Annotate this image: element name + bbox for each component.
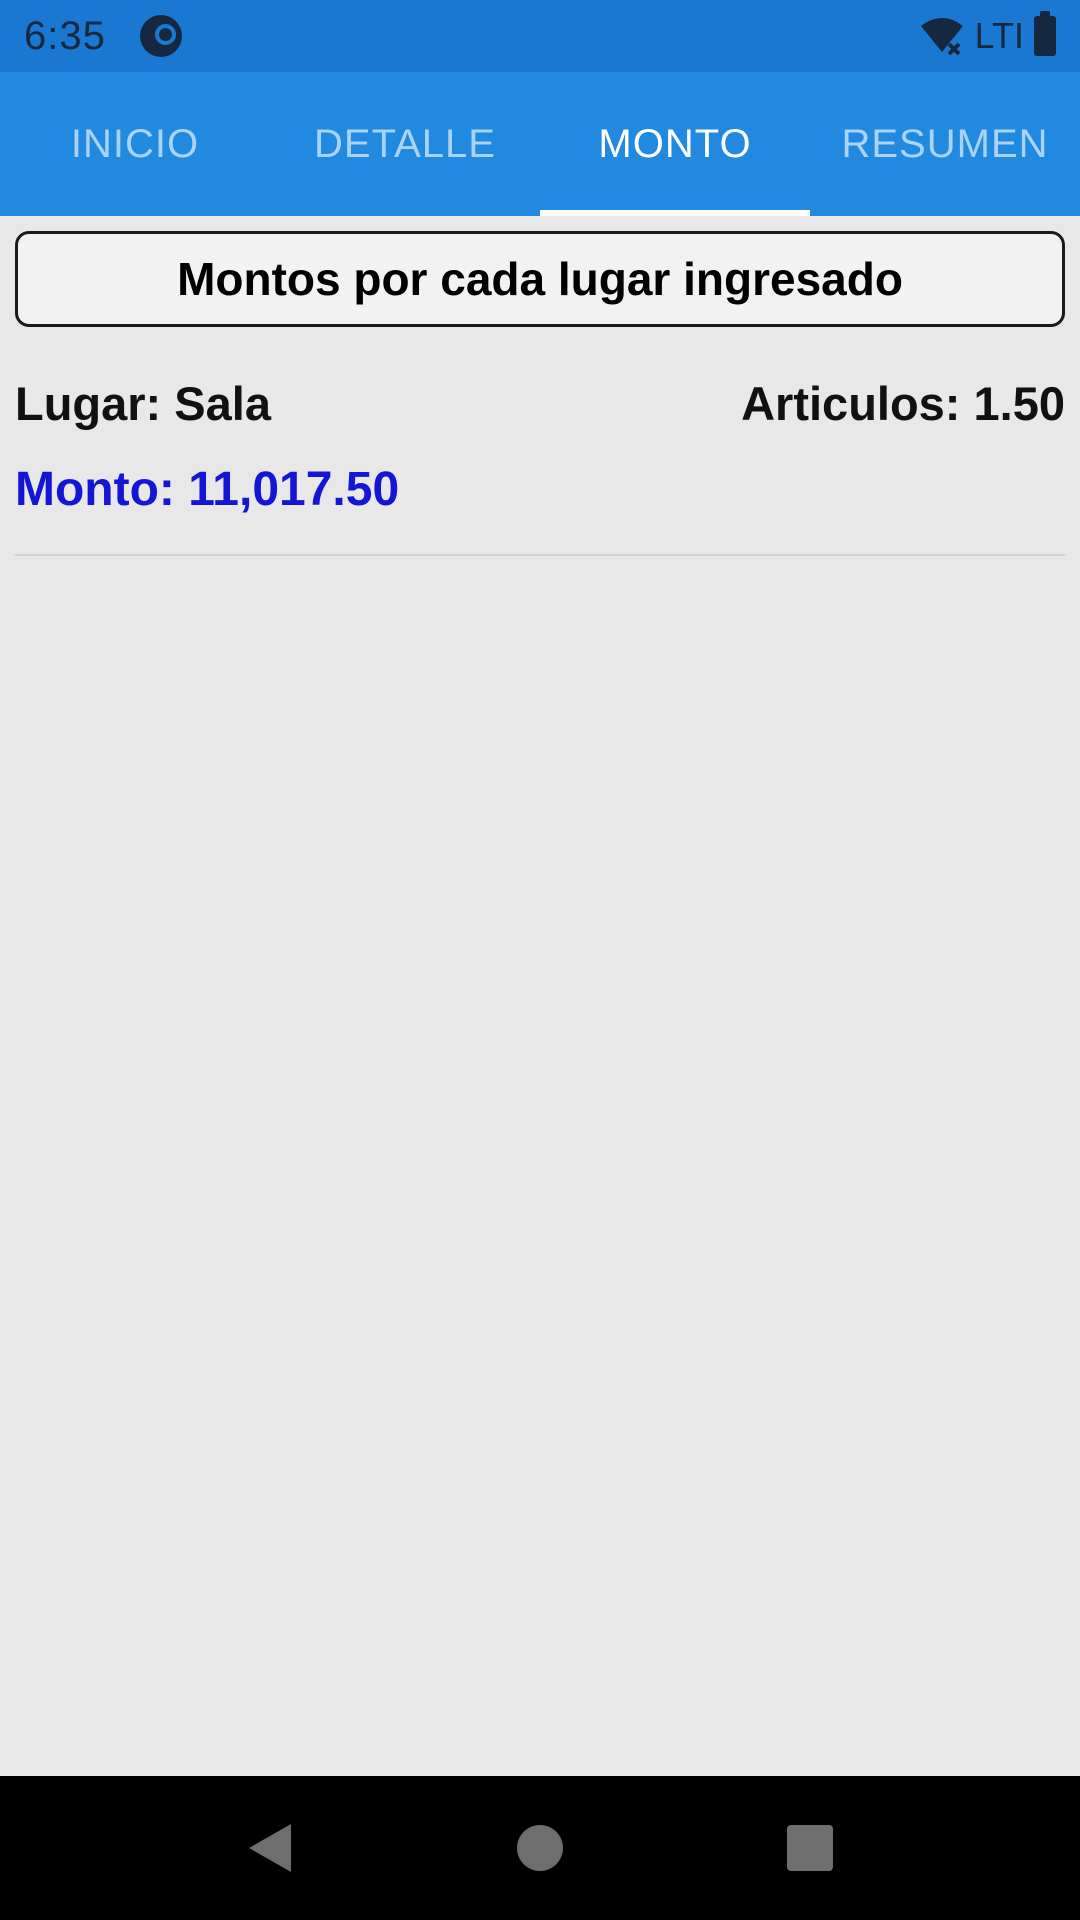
tab-inicio[interactable]: INICIO <box>0 72 270 216</box>
main-content: Montos por cada lugar ingresado Lugar: S… <box>0 216 1080 1776</box>
tab-monto[interactable]: MONTO <box>540 72 810 216</box>
tab-bar: INICIO DETALLE MONTO RESUMEN <box>0 72 1080 216</box>
list-item[interactable]: Lugar: Sala Articulos: 1.50 <box>15 376 1065 431</box>
status-icons: LTI <box>919 11 1056 57</box>
articulos-label: Articulos: 1.50 <box>741 377 1065 430</box>
recents-button[interactable] <box>675 1776 945 1920</box>
section-header: Montos por cada lugar ingresado <box>15 231 1065 327</box>
monto-label: Monto: 11,017.50 <box>15 463 400 516</box>
network-type-label: LTI <box>974 15 1024 56</box>
home-button[interactable] <box>405 1776 675 1920</box>
system-nav-bar <box>0 1776 1080 1920</box>
back-button[interactable] <box>135 1776 405 1920</box>
list-divider <box>15 554 1065 556</box>
wifi-off-icon <box>920 18 963 56</box>
back-icon <box>249 1824 291 1872</box>
recents-icon <box>787 1825 833 1871</box>
status-bar: 6:35 LTI <box>0 0 1080 72</box>
app-notification-icon <box>139 15 182 57</box>
home-icon <box>517 1825 563 1871</box>
battery-icon <box>1034 11 1056 56</box>
tab-resumen[interactable]: RESUMEN <box>810 72 1080 216</box>
lugar-label: Lugar: Sala <box>15 377 271 430</box>
tab-detalle[interactable]: DETALLE <box>270 72 540 216</box>
status-time: 6:35 <box>24 13 106 58</box>
